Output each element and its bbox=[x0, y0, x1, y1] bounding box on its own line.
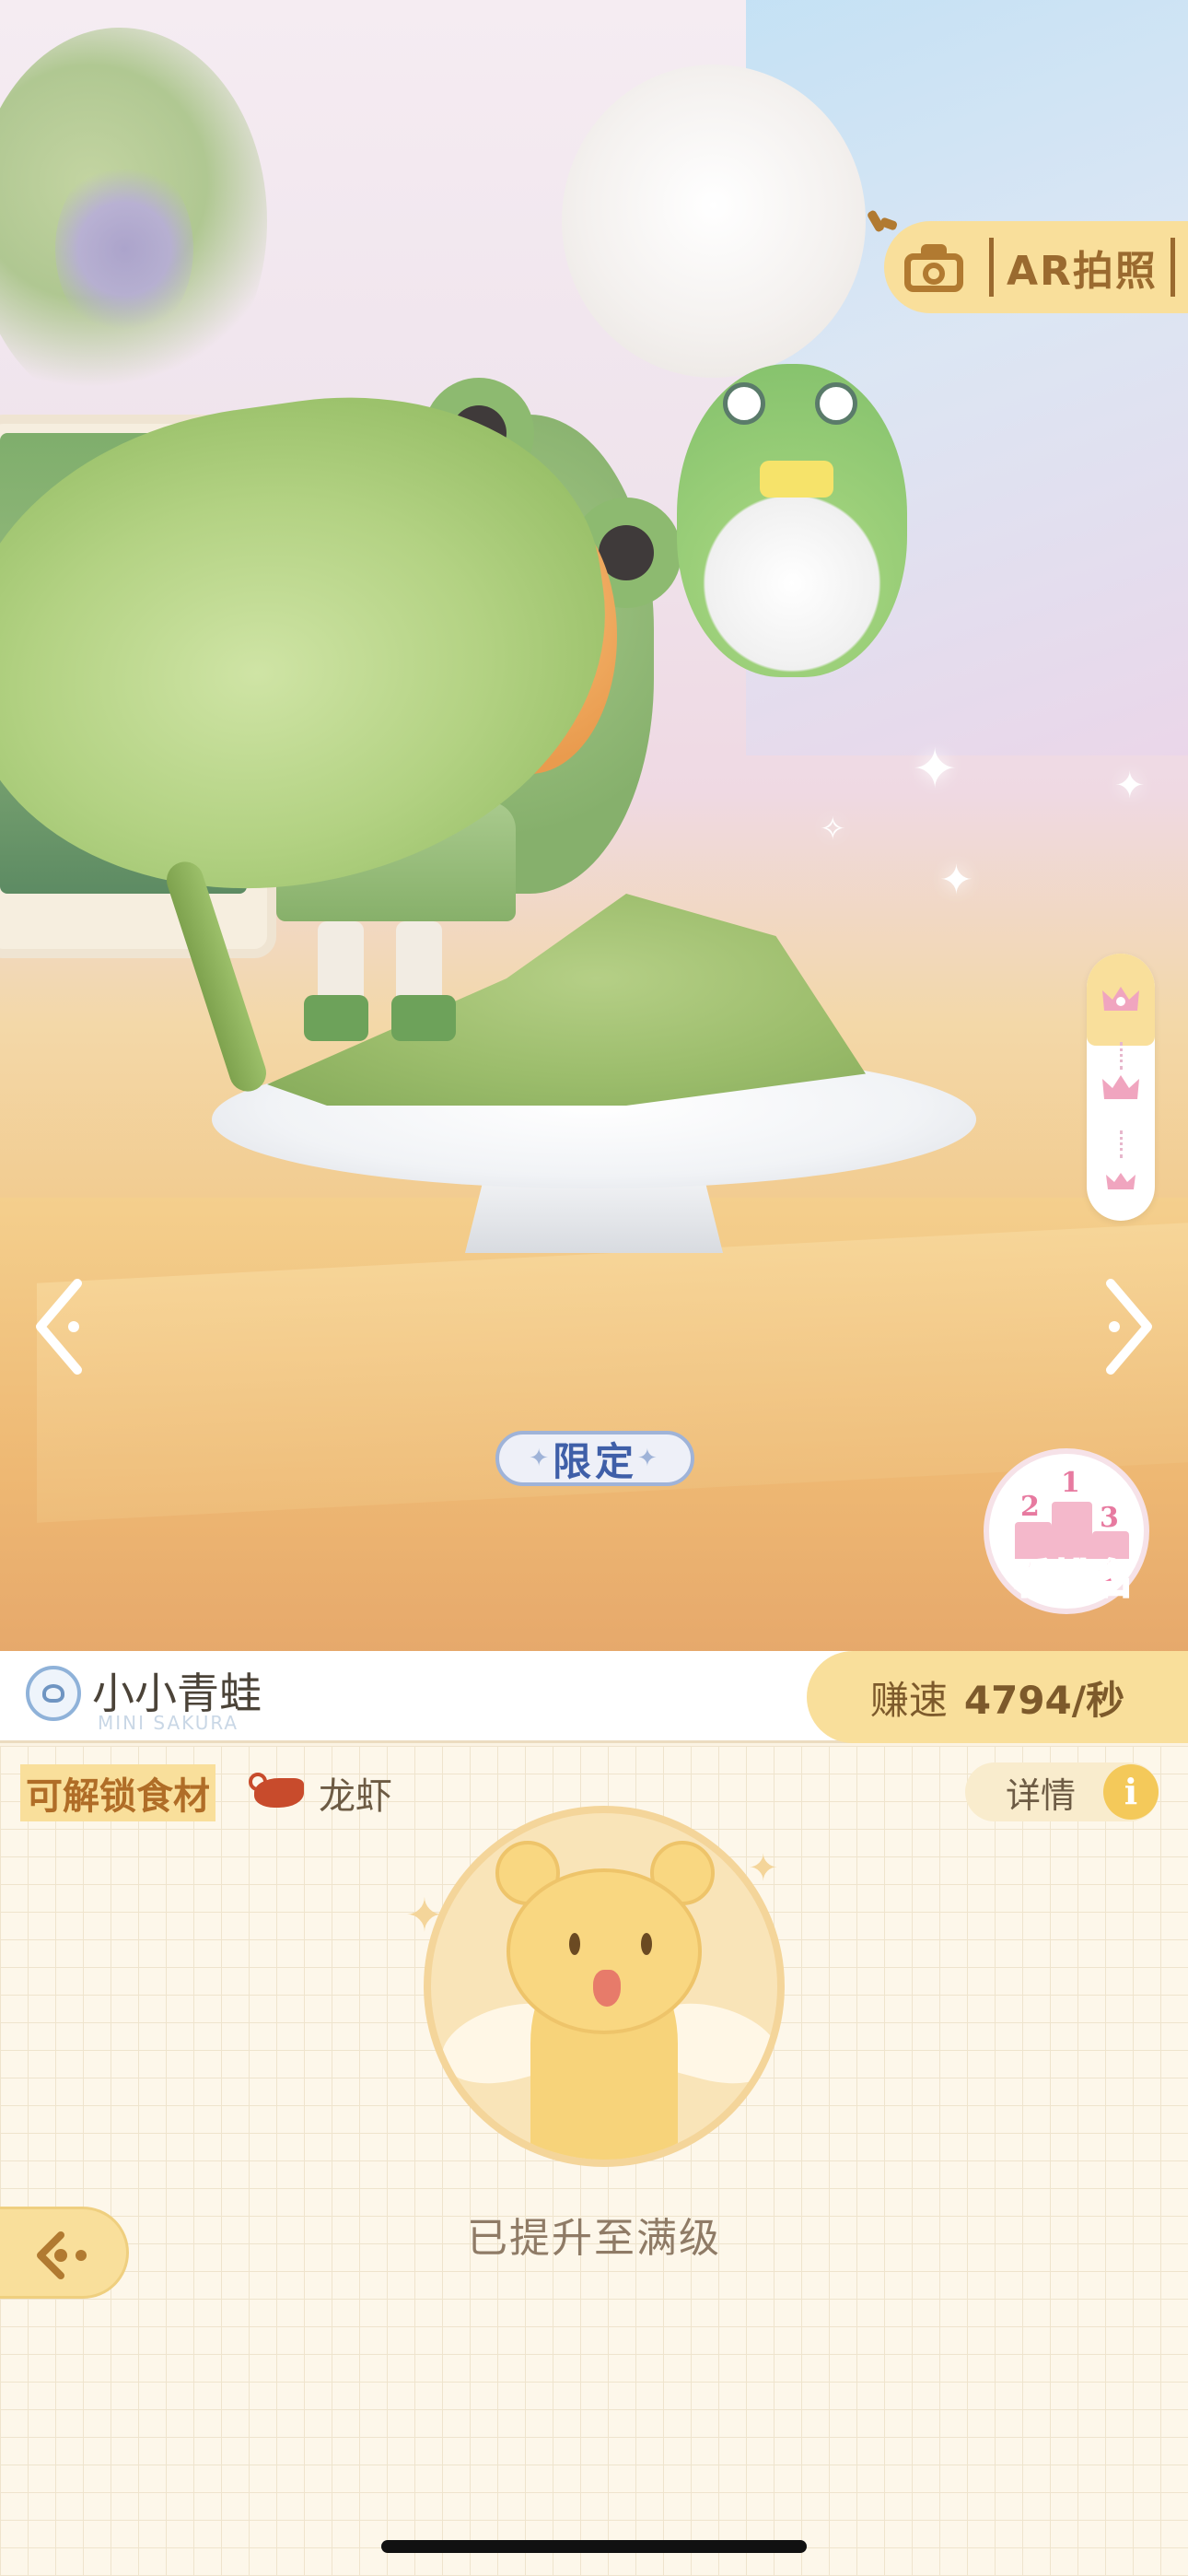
plush-eye bbox=[723, 382, 765, 425]
crown-selector[interactable] bbox=[1087, 954, 1155, 1221]
crown-icon[interactable] bbox=[1101, 1164, 1141, 1197]
max-level-status: 已提升至满级 bbox=[467, 2215, 721, 2262]
info-bar: 小小青蛙 MINI SAKURA 赚速 4794/秒 bbox=[0, 1651, 1188, 1743]
view-ranking-button[interactable]: 2 1 3 看排名 bbox=[984, 1448, 1149, 1614]
rail-divider bbox=[1120, 1042, 1123, 1070]
mascot-eye bbox=[569, 1933, 580, 1955]
earning-speed-value: 4794/秒 bbox=[963, 1677, 1125, 1723]
kero-mascot-illustration bbox=[424, 1806, 785, 2167]
sparkle-icon: ✧ bbox=[820, 811, 846, 848]
podium-number: 3 bbox=[1100, 1502, 1119, 1534]
ingredient-name: 龙虾 bbox=[319, 1775, 392, 1818]
ar-photo-button[interactable]: AR拍照 bbox=[866, 209, 1188, 313]
ar-photo-label: AR拍照 bbox=[989, 238, 1175, 297]
sparkle-icon: ✦ bbox=[1114, 765, 1146, 807]
back-arrow-icon bbox=[37, 2231, 87, 2279]
sparkle-icon: ✦ bbox=[529, 1445, 553, 1472]
ranking-label: 看排名 bbox=[1011, 1555, 1135, 1604]
crown-icon[interactable] bbox=[1101, 983, 1141, 1016]
details-button[interactable]: 详情 i bbox=[965, 1762, 1159, 1821]
plush-eye bbox=[815, 382, 857, 425]
back-button[interactable] bbox=[0, 2207, 129, 2299]
sparkle-icon: ✦ bbox=[939, 857, 973, 904]
chevron-right-icon[interactable] bbox=[1094, 1276, 1159, 1377]
mascot-eye bbox=[641, 1933, 652, 1955]
details-label: 详情 bbox=[1006, 1774, 1077, 1816]
earning-speed: 赚速 4794/秒 bbox=[807, 1651, 1188, 1743]
background-flowers bbox=[55, 157, 193, 341]
sparkle-icon bbox=[866, 209, 899, 238]
lobster-icon bbox=[249, 1773, 308, 1813]
rail-divider bbox=[1120, 1130, 1123, 1158]
chevron-left-icon[interactable] bbox=[29, 1276, 94, 1377]
frog-plush bbox=[677, 364, 907, 677]
sparkle-icon: ✦ bbox=[912, 737, 959, 802]
home-indicator[interactable] bbox=[381, 2540, 807, 2553]
sakura-emblem-icon bbox=[26, 1666, 81, 1721]
mascot-head bbox=[507, 1868, 702, 2034]
sparkle-icon: ✦ bbox=[637, 1445, 661, 1472]
unlockable-ingredient-label: 可解锁食材 bbox=[20, 1764, 215, 1821]
info-icon: i bbox=[1103, 1764, 1159, 1820]
character-name-subtitle: MINI SAKURA bbox=[98, 1712, 239, 1734]
camera-icon bbox=[904, 242, 969, 292]
limited-badge: ✦ 限定 ✦ bbox=[495, 1431, 694, 1486]
earning-speed-label: 赚速 bbox=[869, 1677, 948, 1723]
ingredient-item: 龙虾 bbox=[249, 1766, 392, 1820]
podium-number: 1 bbox=[1061, 1467, 1080, 1499]
character-scene: ✦ ✦ ✦ ✧ AR拍照 ✦ 限定 ✦ 2 1 3 看排名 bbox=[0, 0, 1188, 1651]
limited-label: 限定 bbox=[552, 1438, 637, 1484]
podium-number: 2 bbox=[1020, 1491, 1040, 1523]
character-boot bbox=[391, 995, 456, 1041]
crown-icon[interactable] bbox=[1101, 1071, 1141, 1105]
detail-panel: 可解锁食材 龙虾 详情 i ✦ ✦ 已提升至满级 bbox=[0, 1746, 1188, 2576]
character-boot bbox=[304, 995, 368, 1041]
white-puff-decoration bbox=[562, 64, 866, 378]
plush-bow bbox=[760, 461, 833, 498]
mascot-mouth bbox=[593, 1970, 621, 2007]
